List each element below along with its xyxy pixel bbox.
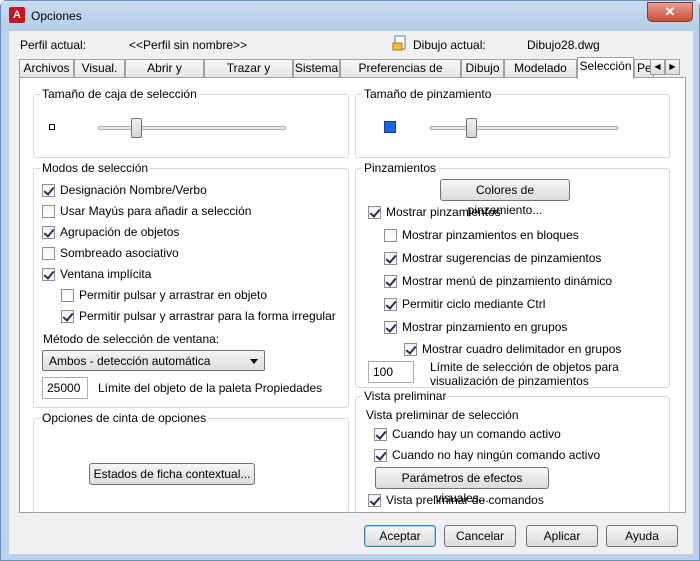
pickbox-title: Tamaño de caja de selección [40,87,199,101]
tab-scroll-left-icon[interactable]: ◀ [650,59,665,75]
tab-bar: Archivos Visual. Abrir y guardar Trazar … [19,57,679,79]
options-dialog: A Opciones ✕ Perfil actual: <<Perfil sin… [0,0,700,561]
grip-object-limit-label-2: visualización de pinzamientos [430,374,589,388]
grip-colors-button[interactable]: Colores de pinzamiento... [440,179,570,217]
help-button[interactable]: Ayuda [606,525,678,547]
grip-size-group: Tamaño de pinzamiento [355,87,670,158]
autocad-logo-icon: A [9,7,25,23]
accept-button[interactable]: Aceptar [364,525,436,547]
pickbox-slider-thumb[interactable] [130,118,142,138]
profile-label: Perfil actual: [20,38,87,52]
press-drag-lasso-label: Permitir pulsar y arrastrar para la form… [79,309,336,323]
noun-verb-checkbox[interactable] [42,184,55,197]
grip-size-slider-thumb[interactable] [466,118,478,138]
ribbon-options-group: Opciones de cinta de opciones Estados de… [33,411,349,513]
press-drag-lasso-checkbox[interactable] [61,310,74,323]
title-bar[interactable]: A Opciones ✕ [1,1,699,31]
contextual-tab-states-button[interactable]: Estados de ficha contextual... [89,463,255,485]
ctrl-cycle-label: Permitir ciclo mediante Ctrl [402,297,546,311]
preview-group: Vista preliminar Vista preliminar de sel… [355,389,670,513]
associative-hatch-label: Sombreado asociativo [60,246,179,260]
grips-in-blocks-label: Mostrar pinzamientos en bloques [402,228,579,242]
grip-tips-label: Mostrar sugerencias de pinzamientos [402,251,602,265]
preview-title: Vista preliminar [362,389,449,403]
grip-size-preview [384,121,396,133]
grip-object-limit-label-1: Límite de selección de objetos para [430,360,619,374]
grip-size-title: Tamaño de pinzamiento [362,87,494,101]
object-grouping-checkbox[interactable] [42,226,55,239]
grip-object-limit-input[interactable]: 100 [368,361,414,383]
pickbox-preview [49,124,55,130]
tab-modelado-3d[interactable]: Modelado 3D [504,59,577,78]
tab-preferencias-usuario[interactable]: Preferencias de usuario [340,59,461,78]
ribbon-options-title: Opciones de cinta de opciones [40,411,209,425]
ctrl-cycle-checkbox[interactable] [384,298,397,311]
grips-title: Pinzamientos [362,161,439,175]
bounding-box-groups-label: Mostrar cuadro delimitador en grupos [422,342,622,356]
grip-tips-checkbox[interactable] [384,252,397,265]
selection-modes-group: Modos de selección Designación Nombre/Ve… [33,161,349,408]
dynamic-grip-menu-label: Mostrar menú de pinzamiento dinámico [402,274,613,288]
close-button[interactable]: ✕ [647,2,693,22]
tab-archivos[interactable]: Archivos [19,59,74,78]
command-preview-label: Vista preliminar de comandos [386,493,544,507]
apply-button[interactable]: Aplicar [526,525,598,547]
tab-scroll-right-icon[interactable]: ▶ [665,59,680,75]
bounding-box-groups-checkbox[interactable] [404,343,417,356]
tab-dibujo[interactable]: Dibujo [461,59,504,78]
cancel-button[interactable]: Cancelar [444,525,516,547]
noun-verb-label: Designación Nombre/Verbo [60,183,207,197]
implied-window-label: Ventana implícita [60,267,152,281]
preview-command-active-label: Cuando hay un comando activo [392,427,561,441]
tab-seleccion[interactable]: Selección [577,57,634,79]
window-method-value: Ambos - detección automática [49,354,211,368]
tab-visual[interactable]: Visual. [74,59,125,78]
associative-hatch-checkbox[interactable] [42,247,55,260]
grips-in-groups-label: Mostrar pinzamiento en grupos [402,320,568,334]
pickbox-slider-track[interactable] [98,126,286,130]
drawing-label: Dibujo actual: [413,38,486,52]
grip-size-slider-track[interactable] [430,126,618,130]
tab-trazar-publicar[interactable]: Trazar y publicar [204,59,293,78]
pickbox-group: Tamaño de caja de selección [33,87,349,158]
dialog-client: Perfil actual: <<Perfil sin nombre>> Dib… [9,31,693,554]
grips-in-blocks-checkbox[interactable] [384,229,397,242]
object-grouping-label: Agrupación de objetos [60,225,180,239]
properties-limit-label: Límite del objeto de la paleta Propiedad… [98,381,323,395]
preview-command-active-checkbox[interactable] [374,428,387,441]
profile-value: <<Perfil sin nombre>> [129,38,248,52]
visual-effects-settings-button[interactable]: Parámetros de efectos visuales... [375,467,549,505]
seleccion-panel: Tamaño de caja de selección Modos de sel… [19,77,686,513]
command-preview-checkbox[interactable] [368,494,381,507]
preview-no-command-checkbox[interactable] [374,449,387,462]
window-method-select[interactable]: Ambos - detección automática [42,350,265,371]
chevron-down-icon [250,359,258,364]
shift-add-label: Usar Mayús para añadir a selección [60,204,252,218]
properties-limit-input[interactable]: 25000 [42,377,88,399]
press-drag-object-label: Permitir pulsar y arrastrar en objeto [79,288,268,302]
show-grips-label: Mostrar pinzamientos [386,205,501,219]
dynamic-grip-menu-checkbox[interactable] [384,275,397,288]
selection-preview-subtitle: Vista preliminar de selección [366,408,519,422]
tab-sistema[interactable]: Sistema [293,59,340,78]
drawing-value: Dibujo28.dwg [527,38,600,52]
show-grips-checkbox[interactable] [368,206,381,219]
press-drag-object-checkbox[interactable] [61,289,74,302]
selection-modes-title: Modos de selección [40,161,151,175]
tab-abrir-guardar[interactable]: Abrir y guardar [125,59,204,78]
window-title: Opciones [31,9,82,23]
window-method-label: Método de selección de ventana: [43,332,220,346]
drawing-file-icon [392,35,408,51]
implied-window-checkbox[interactable] [42,268,55,281]
preview-no-command-label: Cuando no hay ningún comando activo [392,448,601,462]
grips-in-groups-checkbox[interactable] [384,321,397,334]
grips-group: Pinzamientos Colores de pinzamiento... M… [355,161,670,388]
shift-add-checkbox[interactable] [42,205,55,218]
